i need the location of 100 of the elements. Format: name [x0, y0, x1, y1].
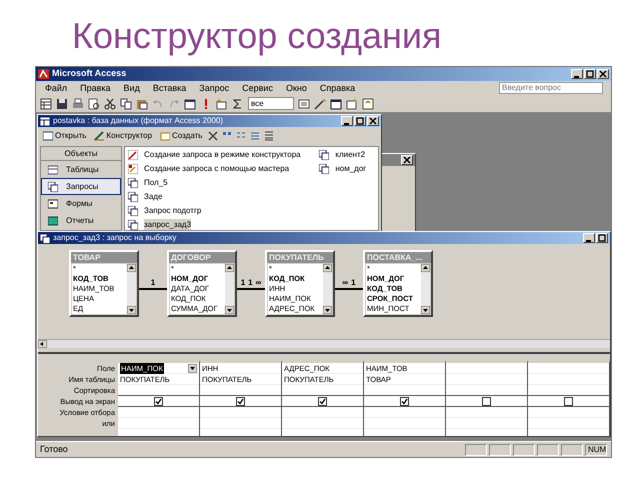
new-object-icon[interactable] — [346, 98, 358, 110]
status-panel — [489, 444, 511, 456]
window-icon[interactable] — [330, 98, 342, 110]
objects-header: Объекты — [41, 147, 121, 161]
window-title: запрос_зад3 : запрос на выборку — [53, 232, 176, 244]
checkbox[interactable] — [564, 396, 573, 406]
printer-icon[interactable] — [72, 98, 84, 110]
menu-item[interactable]: Вставка — [152, 82, 188, 94]
menu-item[interactable]: Справка — [318, 82, 356, 94]
query-icon — [319, 164, 330, 174]
maximize-button[interactable] — [354, 116, 366, 126]
relation-label: 1 — [248, 278, 253, 287]
checkbox[interactable] — [318, 396, 327, 406]
relation-label: ∞ — [256, 278, 262, 287]
maximize-button[interactable] — [584, 69, 596, 79]
window-title: Microsoft Access — [52, 67, 126, 80]
wand-page-icon — [128, 164, 138, 174]
help-icon[interactable] — [362, 98, 374, 110]
close-icon — [403, 156, 411, 164]
object-category[interactable]: Отчеты — [41, 212, 121, 229]
checkbox[interactable] — [236, 396, 245, 406]
maximize-icon — [356, 117, 364, 125]
query-icon — [128, 178, 138, 188]
menu-item[interactable]: Вид — [122, 82, 141, 94]
object-category[interactable]: Таблицы — [41, 161, 121, 178]
help-search-field[interactable]: Введите вопрос — [499, 82, 603, 94]
list-item[interactable]: Создание запроса с помощью мастера — [144, 163, 290, 175]
dropdown-arrow-icon[interactable] — [188, 364, 197, 372]
scroll-down-icon[interactable] — [323, 306, 332, 314]
clipboard-icon[interactable] — [136, 98, 148, 110]
add-table-icon[interactable] — [216, 98, 228, 110]
toolbar-button[interactable]: Открыть — [41, 130, 88, 142]
scroll-up-icon[interactable] — [225, 264, 234, 272]
checkbox[interactable] — [482, 396, 491, 406]
list-item[interactable]: ном_дог — [335, 163, 366, 175]
query-icon — [40, 234, 50, 242]
slide-title: Конструктор создания — [71, 14, 443, 58]
report-icon — [48, 216, 58, 226]
scroll-up-icon[interactable] — [127, 264, 136, 272]
top-values-combo[interactable]: все — [248, 97, 294, 110]
close-button[interactable] — [597, 69, 609, 79]
menu-item[interactable]: Окно — [284, 82, 308, 94]
minimize-button[interactable] — [583, 233, 595, 243]
maximize-icon — [586, 70, 594, 78]
scissors-icon[interactable] — [104, 98, 116, 110]
relation-label: 1 — [351, 278, 356, 287]
list-item[interactable]: Пол_5 — [144, 177, 168, 189]
properties-icon[interactable] — [298, 98, 310, 110]
database-icon — [40, 116, 50, 126]
table-title: ПОСТАВКА_... — [365, 252, 431, 263]
page-magnifier-icon[interactable] — [88, 98, 100, 110]
list-icon[interactable] — [250, 130, 260, 140]
scroll-down-icon[interactable] — [127, 306, 136, 314]
query-icon — [48, 182, 58, 192]
relation-label: 1 — [150, 278, 156, 287]
scroll-down-icon[interactable] — [225, 306, 234, 314]
form-icon — [48, 198, 58, 208]
minimize-button[interactable] — [341, 116, 353, 126]
delete-x-icon[interactable] — [208, 130, 218, 140]
menu-item[interactable]: Файл — [44, 82, 68, 94]
wand-icon[interactable] — [314, 98, 326, 110]
menu-item[interactable]: Сервис — [241, 82, 274, 94]
sigma-icon[interactable] — [232, 98, 244, 110]
copy-icon[interactable] — [120, 98, 132, 110]
object-category[interactable]: Формы — [41, 195, 121, 212]
scroll-down-icon[interactable] — [421, 306, 430, 314]
view-grid-icon[interactable] — [40, 98, 52, 110]
menu-item[interactable]: Запрос — [198, 82, 230, 94]
checkbox[interactable] — [400, 396, 409, 406]
query-icon — [319, 150, 330, 160]
relation-label: ∞ — [342, 278, 348, 287]
close-button[interactable] — [401, 155, 413, 165]
maximize-icon — [598, 234, 606, 242]
status-text: Готово — [40, 442, 68, 456]
minimize-button[interactable] — [571, 69, 583, 79]
scroll-up-icon[interactable] — [421, 264, 430, 272]
maximize-button[interactable] — [596, 233, 608, 243]
scroll-up-icon[interactable] — [323, 264, 332, 272]
new-table-icon — [160, 130, 170, 140]
status-panel — [561, 444, 583, 456]
relation-label: 1 — [240, 278, 246, 287]
status-panel — [537, 444, 559, 456]
list-item[interactable]: клиент2 — [335, 149, 366, 161]
list-item[interactable]: Запрос подотгр — [144, 205, 202, 217]
checkbox[interactable] — [154, 396, 163, 406]
menu-item[interactable]: Правка — [79, 82, 112, 94]
object-category[interactable]: Запросы — [41, 178, 121, 195]
list-item[interactable]: запрос_зад3 — [144, 219, 192, 230]
table-title: ПОКУПАТЕЛЬ — [267, 252, 333, 263]
status-panel — [513, 444, 535, 456]
details-icon[interactable] — [264, 130, 274, 140]
list-item[interactable]: Заде — [144, 191, 162, 203]
query-icon — [128, 206, 138, 216]
toolbar-button[interactable]: Создать — [158, 130, 204, 142]
small-icons-icon[interactable] — [236, 130, 246, 140]
close-button[interactable] — [367, 116, 379, 126]
scroll-left-icon[interactable] — [38, 340, 47, 348]
toolbar-button[interactable]: Конструктор — [92, 130, 154, 142]
list-item[interactable]: Создание запроса в режиме конструктора — [144, 149, 301, 161]
relation-line — [237, 287, 265, 291]
